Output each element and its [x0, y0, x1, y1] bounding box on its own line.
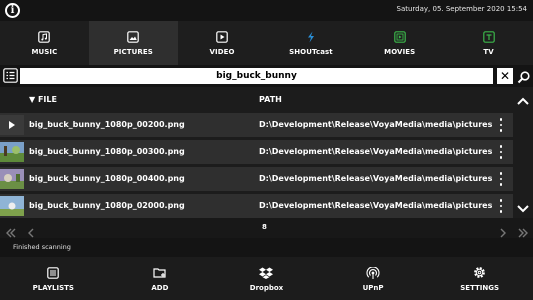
file-path: D:\Development\Release\VoyaMedia\media\p…	[259, 201, 493, 210]
file-path: D:\Development\Release\VoyaMedia\media\p…	[259, 174, 493, 183]
settings-icon	[473, 266, 487, 280]
file-name: big_buck_bunny_1080p_00200.png	[29, 120, 185, 129]
scroll-up-icon[interactable]	[516, 91, 530, 110]
music-icon	[37, 30, 51, 44]
toolbar-label: SETTINGS	[460, 283, 500, 292]
tab-label: MOVIES	[384, 48, 416, 56]
playlists-button[interactable]: PLAYLISTS	[0, 257, 107, 300]
image-thumbnail	[0, 142, 24, 162]
file-name: big_buck_bunny_1080p_00400.png	[29, 174, 185, 183]
add-button[interactable]: ADD	[107, 257, 214, 300]
play-thumbnail-icon	[0, 115, 24, 135]
page-number: 8	[262, 223, 267, 231]
video-icon	[215, 30, 229, 44]
category-tabs: MUSIC PICTURES VIDEO SHOUTcast MOVIES TV	[0, 21, 533, 65]
tab-pictures[interactable]: PICTURES	[88, 21, 178, 65]
pictures-icon	[126, 30, 140, 44]
status-text: Finished scanning	[13, 243, 71, 251]
movies-icon	[393, 30, 407, 44]
image-thumbnail	[0, 169, 24, 189]
list-item[interactable]: big_buck_bunny_1080p_00300.png D:\Develo…	[0, 140, 513, 164]
dropbox-icon	[259, 266, 274, 280]
list-view-icon[interactable]	[3, 68, 18, 83]
toolbar-label: Dropbox	[249, 283, 284, 292]
upnp-icon	[366, 266, 380, 280]
list-item[interactable]: big_buck_bunny_1080p_00200.png D:\Develo…	[0, 113, 513, 137]
file-path: D:\Development\Release\VoyaMedia\media\p…	[259, 147, 493, 156]
settings-button[interactable]: SETTINGS	[426, 257, 533, 300]
file-name: big_buck_bunny_1080p_02000.png	[29, 201, 185, 210]
upnp-button[interactable]: UPnP	[320, 257, 427, 300]
list-item[interactable]: big_buck_bunny_1080p_00400.png D:\Develo…	[0, 167, 513, 191]
shoutcast-icon	[304, 30, 318, 44]
more-options-icon[interactable]	[497, 117, 505, 133]
search-input[interactable]	[20, 68, 493, 84]
toolbar-label: ADD	[151, 283, 169, 292]
tab-music[interactable]: MUSIC	[0, 21, 89, 65]
scroll-down-icon[interactable]	[516, 199, 530, 218]
column-header-path[interactable]: PATH	[259, 95, 282, 104]
file-list: big_buck_bunny_1080p_00200.png D:\Develo…	[0, 113, 513, 221]
tab-label: PICTURES	[113, 48, 153, 56]
status-bar: Finished scanning	[0, 238, 533, 257]
column-header-file[interactable]: ▼ FILE	[29, 95, 57, 104]
more-options-icon[interactable]	[497, 198, 505, 214]
list-header: ▼ FILE PATH	[0, 90, 513, 110]
tab-label: SHOUTcast	[289, 48, 333, 56]
tab-label: TV	[483, 48, 494, 56]
pager: 8	[0, 218, 533, 238]
add-folder-icon	[153, 266, 167, 280]
top-bar: i Saturday, 05. September 2020 15:54	[0, 0, 533, 21]
tv-icon	[482, 30, 496, 44]
toolbar-label: PLAYLISTS	[32, 283, 74, 292]
list-item[interactable]: big_buck_bunny_1080p_02000.png D:\Develo…	[0, 194, 513, 218]
datetime-display: Saturday, 05. September 2020 15:54	[396, 5, 527, 13]
file-path: D:\Development\Release\VoyaMedia\media\p…	[259, 120, 493, 129]
search-bar: ✕	[0, 65, 533, 87]
more-options-icon[interactable]	[497, 171, 505, 187]
file-name: big_buck_bunny_1080p_00300.png	[29, 147, 185, 156]
more-options-icon[interactable]	[497, 144, 505, 160]
tab-label: VIDEO	[209, 48, 235, 56]
search-icon[interactable]	[517, 69, 531, 84]
toolbar-label: UPnP	[362, 283, 384, 292]
tab-shoutcast[interactable]: SHOUTcast	[266, 21, 355, 65]
tab-label: MUSIC	[31, 48, 58, 56]
bottom-toolbar: PLAYLISTS ADD Dropbox UPnP SETTINGS	[0, 257, 533, 300]
tab-tv[interactable]: TV	[444, 21, 533, 65]
tab-movies[interactable]: MOVIES	[355, 21, 444, 65]
scroll-column	[513, 87, 533, 218]
tab-video[interactable]: VIDEO	[178, 21, 267, 65]
info-icon[interactable]: i	[5, 3, 20, 18]
playlists-icon	[46, 266, 60, 280]
dropbox-button[interactable]: Dropbox	[213, 257, 320, 300]
image-thumbnail	[0, 196, 24, 216]
clear-search-button[interactable]: ✕	[497, 68, 513, 84]
